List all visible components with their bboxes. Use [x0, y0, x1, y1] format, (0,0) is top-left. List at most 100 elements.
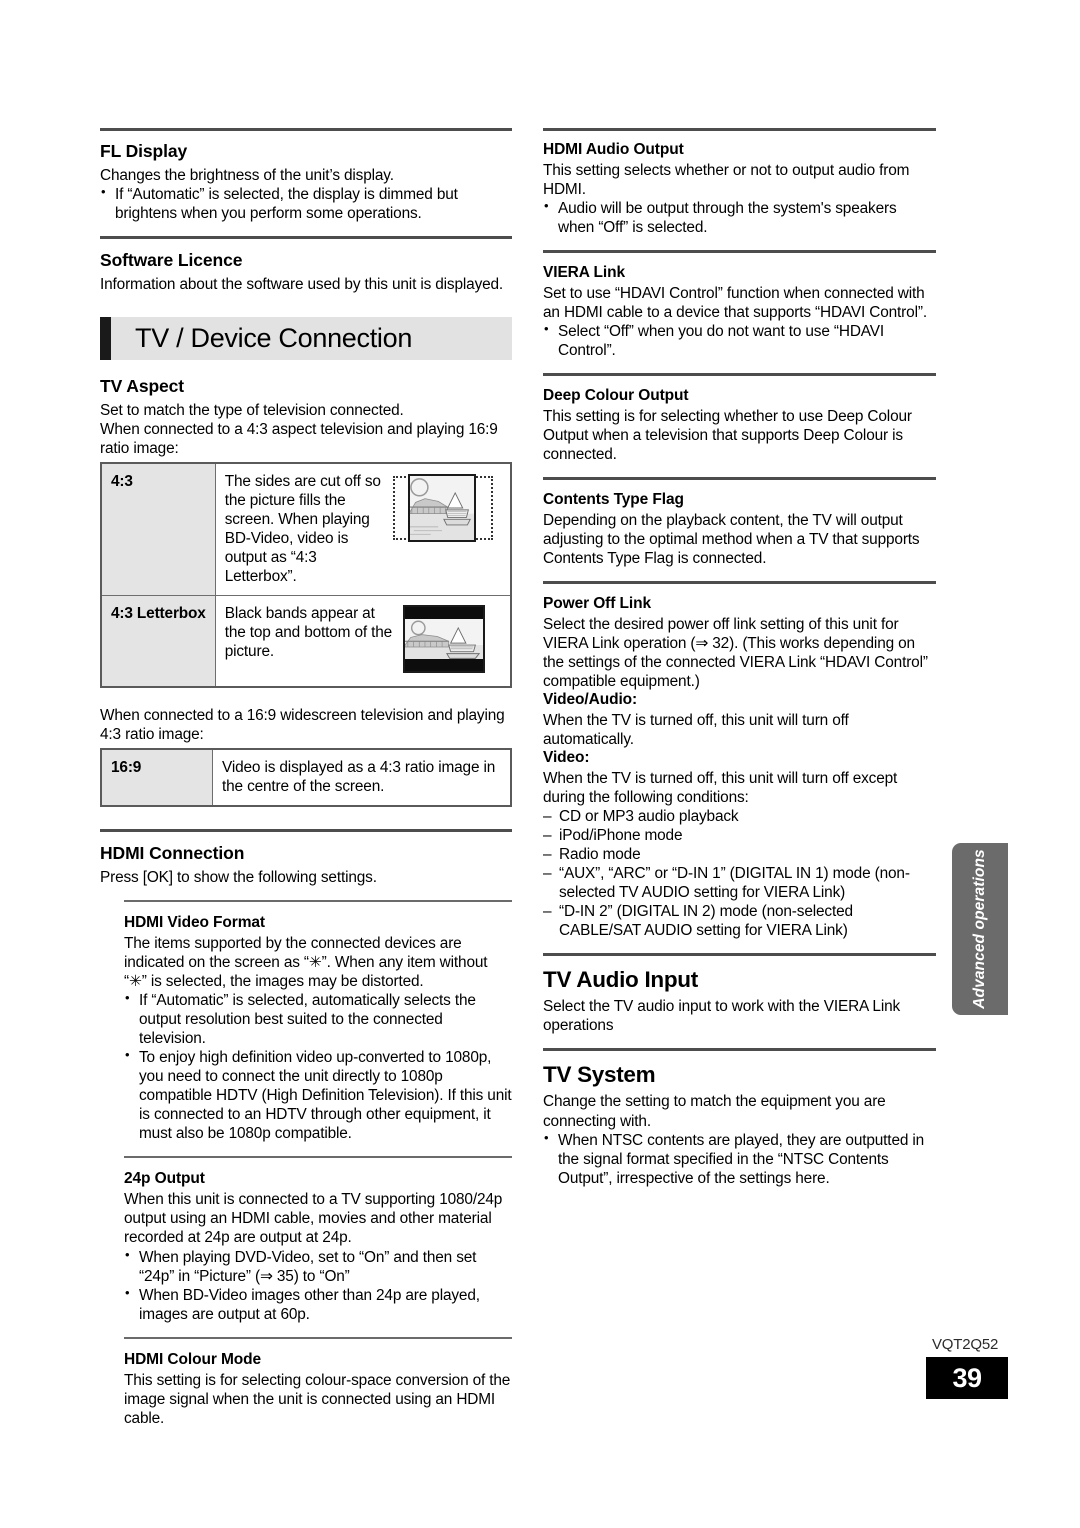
- section-tv-audio-input: TV Audio Input Select the TV audio input…: [543, 967, 936, 1035]
- tv-audio-input-body: Select the TV audio input to work with t…: [543, 998, 901, 1035]
- list-item: When playing DVD-Video, set to “On” and …: [124, 1246, 512, 1286]
- hdmi-video-format-body: The items supported by the connected dev…: [124, 935, 488, 991]
- banner-accent-bar: [100, 317, 111, 361]
- divider: [543, 953, 936, 957]
- picture-frame: [403, 605, 485, 674]
- divider: [543, 373, 936, 377]
- side-tab-label: Advanced operations: [971, 849, 988, 1009]
- tv-aspect-body-3: When connected to a 16:9 widescreen tele…: [100, 707, 505, 744]
- bridge-boat-scene-icon: [410, 476, 474, 541]
- divider: [100, 829, 512, 833]
- hdmi-audio-output-bullets: Audio will be output through the system'…: [543, 198, 936, 237]
- section-hdmi-connection: HDMI Connection Press [OK] to show the f…: [100, 843, 512, 1427]
- black-band-top: [405, 607, 483, 620]
- letterbox-illustration: [403, 604, 501, 677]
- side-tab-advanced-operations: Advanced operations: [952, 843, 1008, 1015]
- hdmi-subsections: HDMI Video Format The items supported by…: [124, 900, 512, 1427]
- list-item: To enjoy high definition video up-conver…: [124, 1047, 512, 1143]
- divider: [543, 581, 936, 585]
- section-tv-aspect: TV Aspect Set to match the type of telev…: [100, 376, 512, 808]
- left-column: FL Display Changes the brightness of the…: [100, 128, 512, 1428]
- subsection-hdmi-colour-mode: HDMI Colour Mode This setting is for sel…: [124, 1351, 512, 1428]
- divider: [543, 128, 936, 131]
- video-audio-label: Video/Audio:: [543, 691, 638, 709]
- list-item: If “Automatic” is selected, automaticall…: [124, 990, 512, 1048]
- picture-frame: [408, 474, 476, 543]
- table-cell-label: 16:9: [100, 748, 213, 807]
- page-number-box: 39: [926, 1357, 1008, 1399]
- fl-display-body: Changes the brightness of the unit’s dis…: [100, 167, 394, 184]
- section-deep-colour-output: Deep Colour Output This setting is for s…: [543, 387, 936, 464]
- tv-aspect-body-1: Set to match the type of television conn…: [100, 402, 404, 420]
- list-item: Audio will be output through the system'…: [543, 198, 936, 237]
- table-row: 16:9 Video is displayed as a 4:3 ratio i…: [100, 748, 512, 807]
- list-item: iPod/iPhone mode: [543, 826, 936, 845]
- divider: [543, 250, 936, 254]
- divider: [100, 236, 512, 240]
- hdmi-connection-heading: HDMI Connection: [100, 843, 245, 864]
- manual-page: FL Display Changes the brightness of the…: [0, 0, 1080, 1528]
- hdmi-video-format-heading: HDMI Video Format: [124, 914, 265, 932]
- section-viera-link: VIERA Link Set to use “HDAVI Control” fu…: [543, 264, 936, 360]
- tv-aspect-heading: TV Aspect: [100, 376, 185, 397]
- hdmi-colour-mode-heading: HDMI Colour Mode: [124, 1350, 262, 1368]
- deep-colour-output-body: This setting is for selecting whether to…: [543, 408, 912, 464]
- list-item: If “Automatic” is selected, the display …: [100, 184, 512, 223]
- viera-link-bullets: Select “Off” when you do not want to use…: [543, 321, 936, 360]
- viera-link-body: Set to use “HDAVI Control” function when…: [543, 285, 927, 322]
- software-licence-heading: Software Licence: [100, 250, 243, 271]
- document-code: VQT2Q52: [932, 1336, 999, 1353]
- divider: [543, 477, 936, 481]
- video-body: When the TV is turned off, this unit wil…: [543, 770, 898, 807]
- fl-display-bullets: If “Automatic” is selected, the display …: [100, 184, 512, 223]
- subsection-24p-output: 24p Output When this unit is connected t…: [124, 1170, 512, 1323]
- software-licence-body: Information about the software used by t…: [100, 276, 504, 294]
- black-band-bottom: [405, 659, 483, 672]
- divider: [124, 1336, 512, 1339]
- subsection-hdmi-video-format: HDMI Video Format The items supported by…: [124, 914, 512, 1143]
- tv-system-bullets: When NTSC contents are played, they are …: [543, 1130, 936, 1188]
- list-item: Select “Off” when you do not want to use…: [543, 321, 936, 360]
- hdmi-video-format-bullets: If “Automatic” is selected, automaticall…: [124, 990, 512, 1143]
- table-cell-text: The sides are cut off so the picture fil…: [224, 473, 381, 586]
- hdmi-connection-body: Press [OK] to show the following setting…: [100, 869, 377, 887]
- fl-display-heading: FL Display: [100, 141, 188, 161]
- divider: [124, 900, 512, 903]
- page-number: 39: [952, 1362, 982, 1393]
- deep-colour-output-heading: Deep Colour Output: [543, 387, 689, 405]
- hdmi-audio-output-heading: HDMI Audio Output: [543, 141, 684, 158]
- tv-system-heading: TV System: [543, 1062, 656, 1088]
- divider: [124, 1156, 512, 1159]
- tv-aspect-body-2: When connected to a 4:3 aspect televisio…: [100, 421, 498, 458]
- 24p-output-heading: 24p Output: [124, 1170, 205, 1188]
- video-label: Video:: [543, 749, 590, 767]
- table-row: 4:3 Letterbox Black bands appear at the …: [100, 595, 512, 688]
- section-hdmi-audio-output: HDMI Audio Output This setting selects w…: [543, 141, 936, 237]
- table-cell-label: 4:3: [100, 462, 216, 597]
- table-row: 4:3 The sides are cut off so the picture…: [100, 462, 512, 597]
- contents-type-flag-heading: Contents Type Flag: [543, 491, 684, 509]
- cropped-sides-illustration: [393, 472, 501, 546]
- list-item: Radio mode: [543, 845, 936, 864]
- 24p-output-bullets: When playing DVD-Video, set to “On” and …: [124, 1246, 512, 1324]
- contents-type-flag-body: Depending on the playback content, the T…: [543, 512, 920, 568]
- tv-aspect-table-16-9: 16:9 Video is displayed as a 4:3 ratio i…: [100, 748, 512, 808]
- section-tv-system: TV System Change the setting to match th…: [543, 1062, 936, 1187]
- section-software-licence: Software Licence Information about the s…: [100, 250, 512, 294]
- section-power-off-link: Power Off Link Select the desired power …: [543, 595, 936, 940]
- list-item: “D-IN 2” (DIGITAL IN 2) mode (non-select…: [543, 902, 936, 940]
- table-cell-text: Video is displayed as a 4:3 ratio image …: [212, 748, 512, 807]
- power-off-link-conditions: CD or MP3 audio playback iPod/iPhone mod…: [543, 807, 936, 940]
- tv-system-body: Change the setting to match the equipmen…: [543, 1093, 886, 1130]
- viera-link-heading: VIERA Link: [543, 264, 625, 282]
- table-cell-description: The sides are cut off so the picture fil…: [214, 462, 512, 597]
- banner-title: TV / Device Connection: [135, 323, 413, 354]
- hdmi-colour-mode-body: This setting is for selecting colour-spa…: [124, 1371, 511, 1427]
- section-fl-display: FL Display Changes the brightness of the…: [100, 141, 512, 223]
- table-cell-description: Black bands appear at the top and bottom…: [214, 595, 512, 688]
- tv-audio-input-heading: TV Audio Input: [543, 967, 698, 993]
- power-off-link-body: Select the desired power off link settin…: [543, 616, 928, 691]
- list-item: “AUX”, “ARC” or “D-IN 1” (DIGITAL IN 1) …: [543, 864, 936, 902]
- list-item: CD or MP3 audio playback: [543, 807, 936, 826]
- video-audio-body: When the TV is turned off, this unit wil…: [543, 712, 849, 749]
